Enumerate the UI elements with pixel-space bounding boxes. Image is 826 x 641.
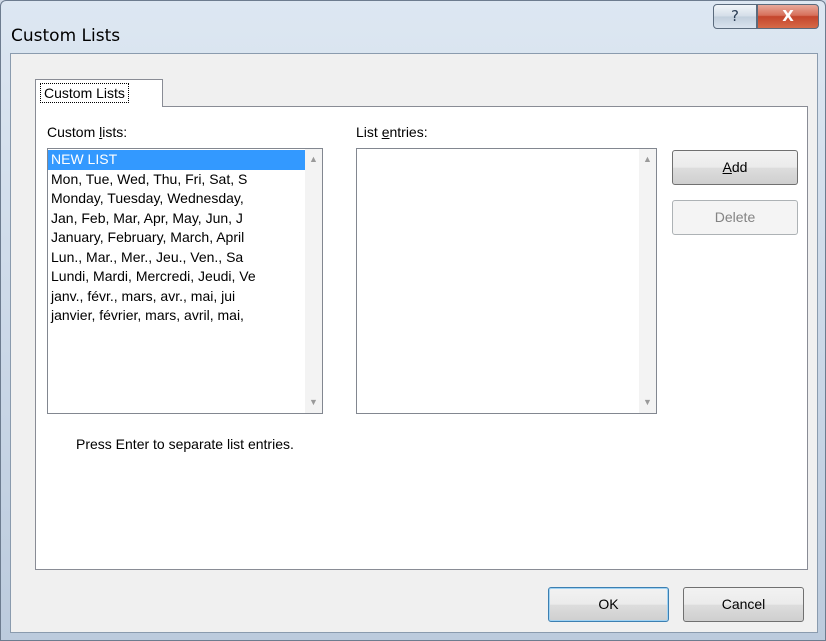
custom-list-item[interactable]: Jan, Feb, Mar, Apr, May, Jun, J [48, 209, 307, 229]
close-icon: X [782, 7, 794, 25]
cancel-button[interactable]: Cancel [683, 587, 804, 622]
custom-list-item[interactable]: janv., févr., mars, avr., mai, jui [48, 287, 307, 307]
list-entries-textbox[interactable]: ▲ ▼ [356, 148, 657, 414]
custom-list-item[interactable]: Lundi, Mardi, Mercredi, Jeudi, Ve [48, 267, 307, 287]
custom-lists-scrollbar[interactable]: ▲ ▼ [305, 149, 322, 413]
custom-list-item[interactable]: Monday, Tuesday, Wednesday, [48, 189, 307, 209]
tab-panel: Custom lists: NEW LIST Mon, Tue, Wed, Thu… [35, 106, 808, 570]
tab-custom-lists[interactable]: Custom Lists [35, 79, 163, 107]
hint-text: Press Enter to separate list entries. [76, 436, 294, 452]
custom-list-item[interactable]: janvier, février, mars, avril, mai, [48, 306, 307, 326]
custom-lists-listbox[interactable]: NEW LIST Mon, Tue, Wed, Thu, Fri, Sat, SM… [47, 148, 323, 414]
custom-list-item[interactable]: Mon, Tue, Wed, Thu, Fri, Sat, S [48, 170, 307, 190]
custom-lists-items: NEW LIST Mon, Tue, Wed, Thu, Fri, Sat, SM… [48, 150, 307, 326]
title-bar[interactable]: Custom Lists ? X [1, 1, 825, 53]
custom-lists-dialog: Custom Lists ? X Custom Lists Custom lis… [0, 0, 826, 641]
tab-label: Custom Lists [40, 83, 129, 103]
scroll-down-arrow-icon[interactable]: ▼ [639, 394, 656, 411]
custom-list-item[interactable]: January, February, March, April [48, 228, 307, 248]
scroll-up-arrow-icon[interactable]: ▲ [639, 151, 656, 168]
dialog-title: Custom Lists [11, 26, 121, 46]
delete-button[interactable]: Delete [672, 200, 798, 235]
list-entries-scrollbar[interactable]: ▲ ▼ [639, 149, 656, 413]
custom-lists-label: Custom lists: [47, 124, 128, 140]
ok-button[interactable]: OK [548, 587, 669, 622]
close-button[interactable]: X [757, 4, 819, 29]
help-icon: ? [731, 7, 739, 25]
add-button[interactable]: Add [672, 150, 798, 185]
dialog-client-area: Custom Lists Custom lists: NEW LIST Mon, … [10, 53, 818, 633]
scroll-down-arrow-icon[interactable]: ▼ [305, 394, 322, 411]
list-entries-label: List entries: [356, 124, 428, 140]
scroll-up-arrow-icon[interactable]: ▲ [305, 151, 322, 168]
custom-list-item[interactable]: NEW LIST [48, 150, 307, 170]
custom-list-item[interactable]: Lun., Mar., Mer., Jeu., Ven., Sa [48, 248, 307, 268]
help-button[interactable]: ? [713, 4, 757, 29]
